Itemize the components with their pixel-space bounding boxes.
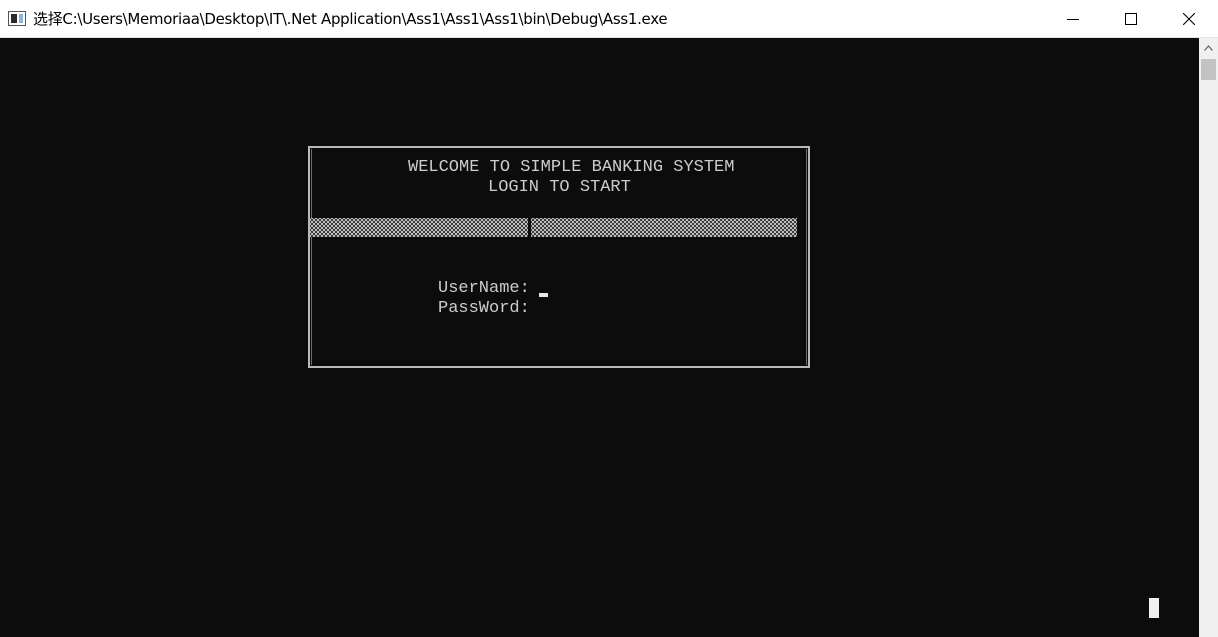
title-bar[interactable]: 选择C:\Users\Memoriaa\Desktop\IT\.Net Appl… — [0, 0, 1218, 38]
scroll-up-button[interactable] — [1199, 38, 1218, 58]
minimize-icon — [1067, 19, 1079, 20]
maximize-icon — [1125, 13, 1137, 25]
welcome-heading: WELCOME TO SIMPLE BANKING SYSTEM — [408, 158, 735, 177]
close-button[interactable] — [1160, 0, 1218, 38]
scrollbar-thumb[interactable] — [1201, 59, 1216, 80]
ime-cursor-block — [1149, 598, 1159, 618]
vertical-scrollbar[interactable] — [1199, 38, 1218, 637]
username-input-caret[interactable] — [539, 293, 548, 297]
username-label: UserName: — [438, 279, 530, 298]
shade-divider-right — [531, 218, 797, 237]
window-title: 选择C:\Users\Memoriaa\Desktop\IT\.Net Appl… — [33, 10, 668, 28]
console-app-icon[interactable] — [8, 11, 26, 26]
scroll-up-arrow-icon — [1204, 45, 1213, 51]
maximize-button[interactable] — [1102, 0, 1160, 38]
close-icon — [1183, 13, 1195, 25]
login-subtitle: LOGIN TO START — [488, 178, 631, 197]
shade-divider-left — [310, 218, 528, 237]
minimize-button[interactable] — [1044, 0, 1102, 38]
password-label: PassWord: — [438, 299, 530, 318]
